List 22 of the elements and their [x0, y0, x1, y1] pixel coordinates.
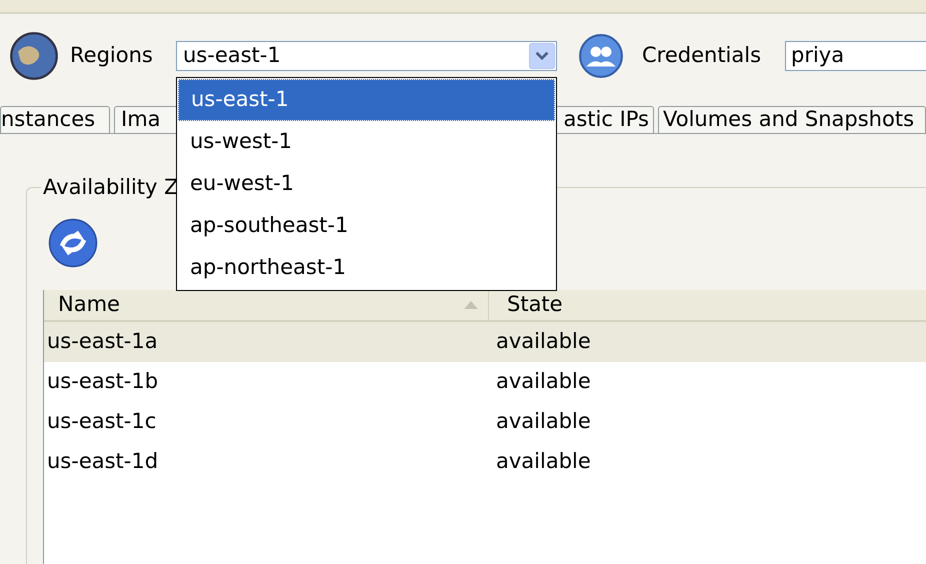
table-row[interactable]: us-east-1a available	[44, 322, 926, 362]
table-cell-text: us-east-1b	[46, 368, 160, 396]
globe-icon	[9, 31, 59, 81]
table-cell-text: available	[496, 448, 591, 476]
table-cell-text: available	[496, 328, 591, 356]
column-header[interactable]: Name	[58, 289, 120, 321]
regions-label: Regions	[70, 42, 154, 70]
refresh-icon[interactable]	[48, 218, 98, 268]
sort-arrow-icon	[464, 301, 478, 309]
credentials-field[interactable]: priya	[785, 41, 926, 71]
column-header[interactable]: State	[507, 289, 563, 321]
table-cell-text: us-east-1d	[46, 448, 160, 476]
credentials-label: Credentials	[642, 42, 762, 70]
region-combo[interactable]: us-east-1	[176, 41, 557, 71]
users-icon	[578, 33, 624, 79]
table-cell-text: us-east-1c	[46, 408, 158, 436]
dropdown-option[interactable]: us-east-1	[178, 79, 555, 121]
table-cell-text: us-east-1a	[46, 328, 159, 356]
tab[interactable]: Volumes and Snapshots	[658, 106, 926, 133]
tab[interactable]: nstances	[0, 106, 110, 133]
table-cell-text: available	[496, 368, 591, 396]
table-cell-text: available	[496, 408, 591, 436]
